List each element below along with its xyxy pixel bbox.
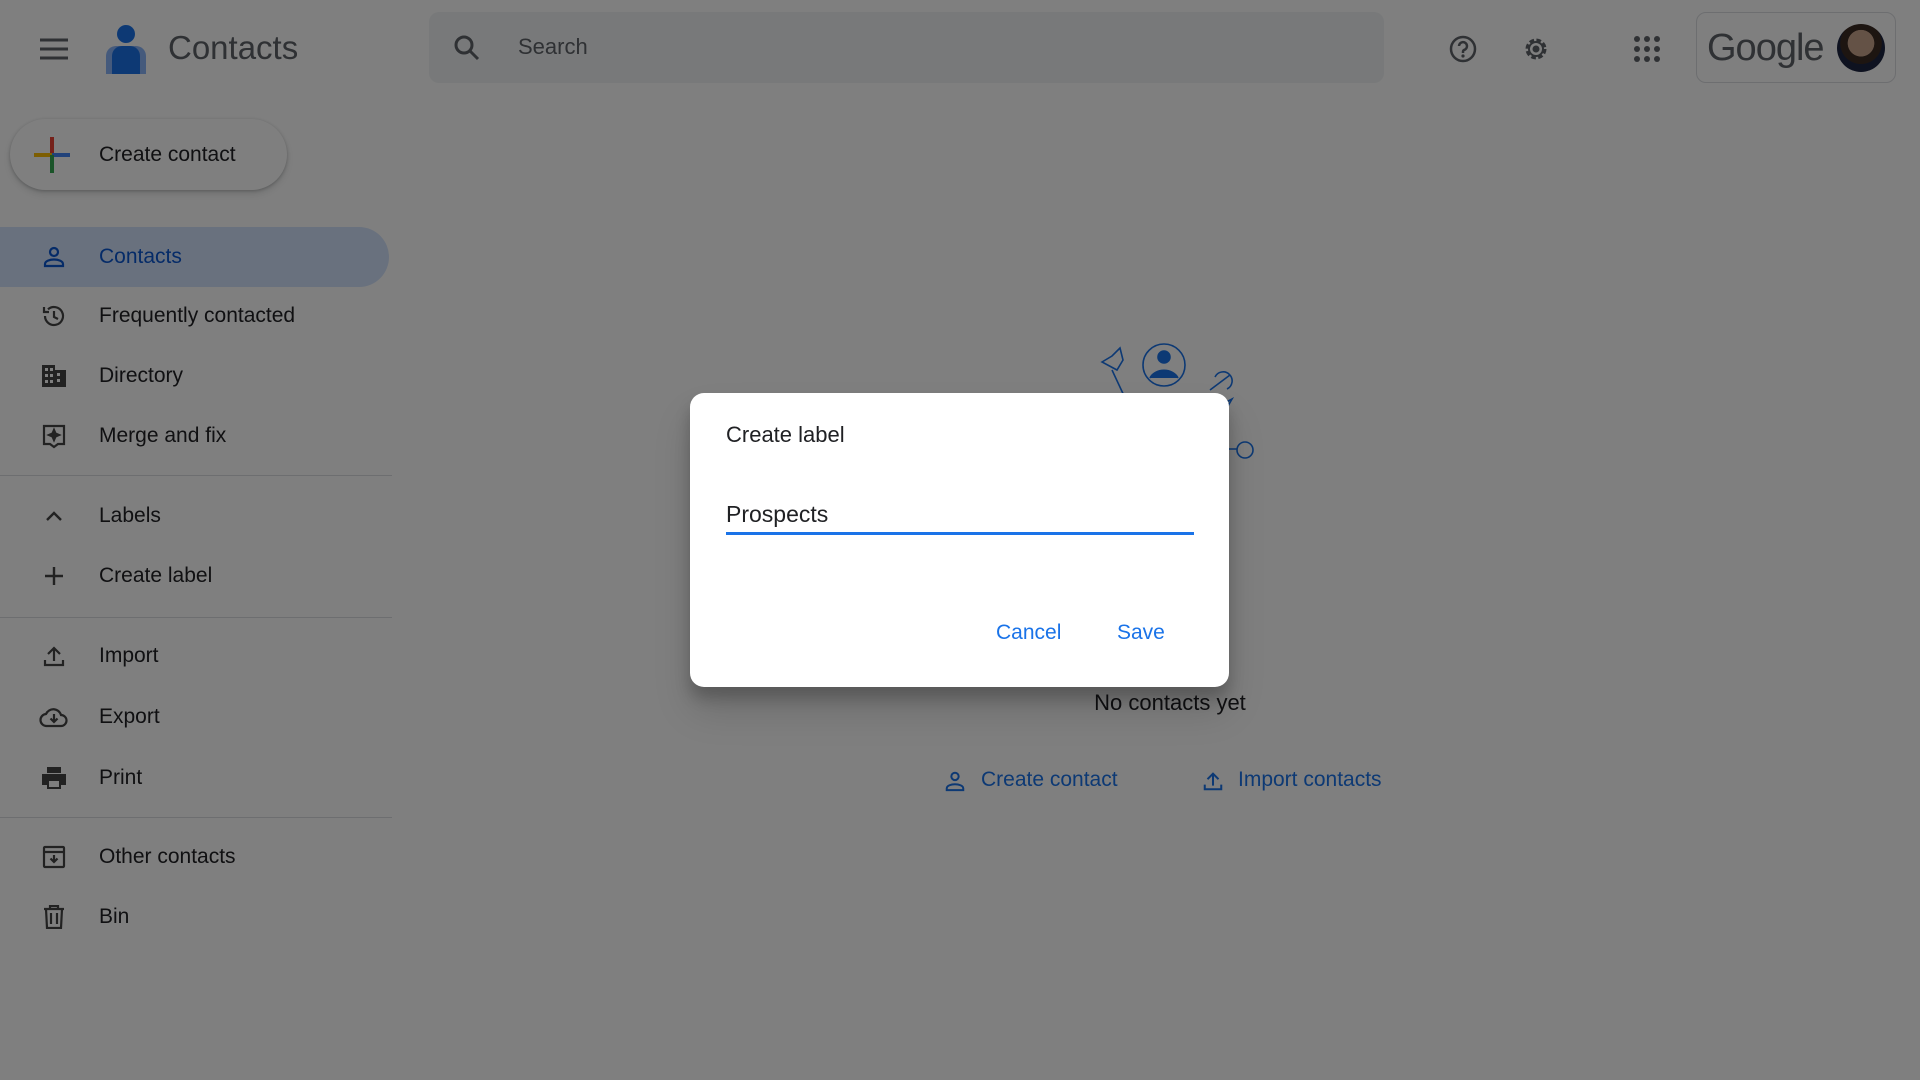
cancel-button[interactable]: Cancel [996, 621, 1061, 645]
label-name-input[interactable] [726, 497, 1194, 535]
dialog-title: Create label [726, 422, 845, 447]
create-label-dialog: Create label Cancel Save [690, 393, 1229, 687]
save-button[interactable]: Save [1117, 621, 1165, 645]
